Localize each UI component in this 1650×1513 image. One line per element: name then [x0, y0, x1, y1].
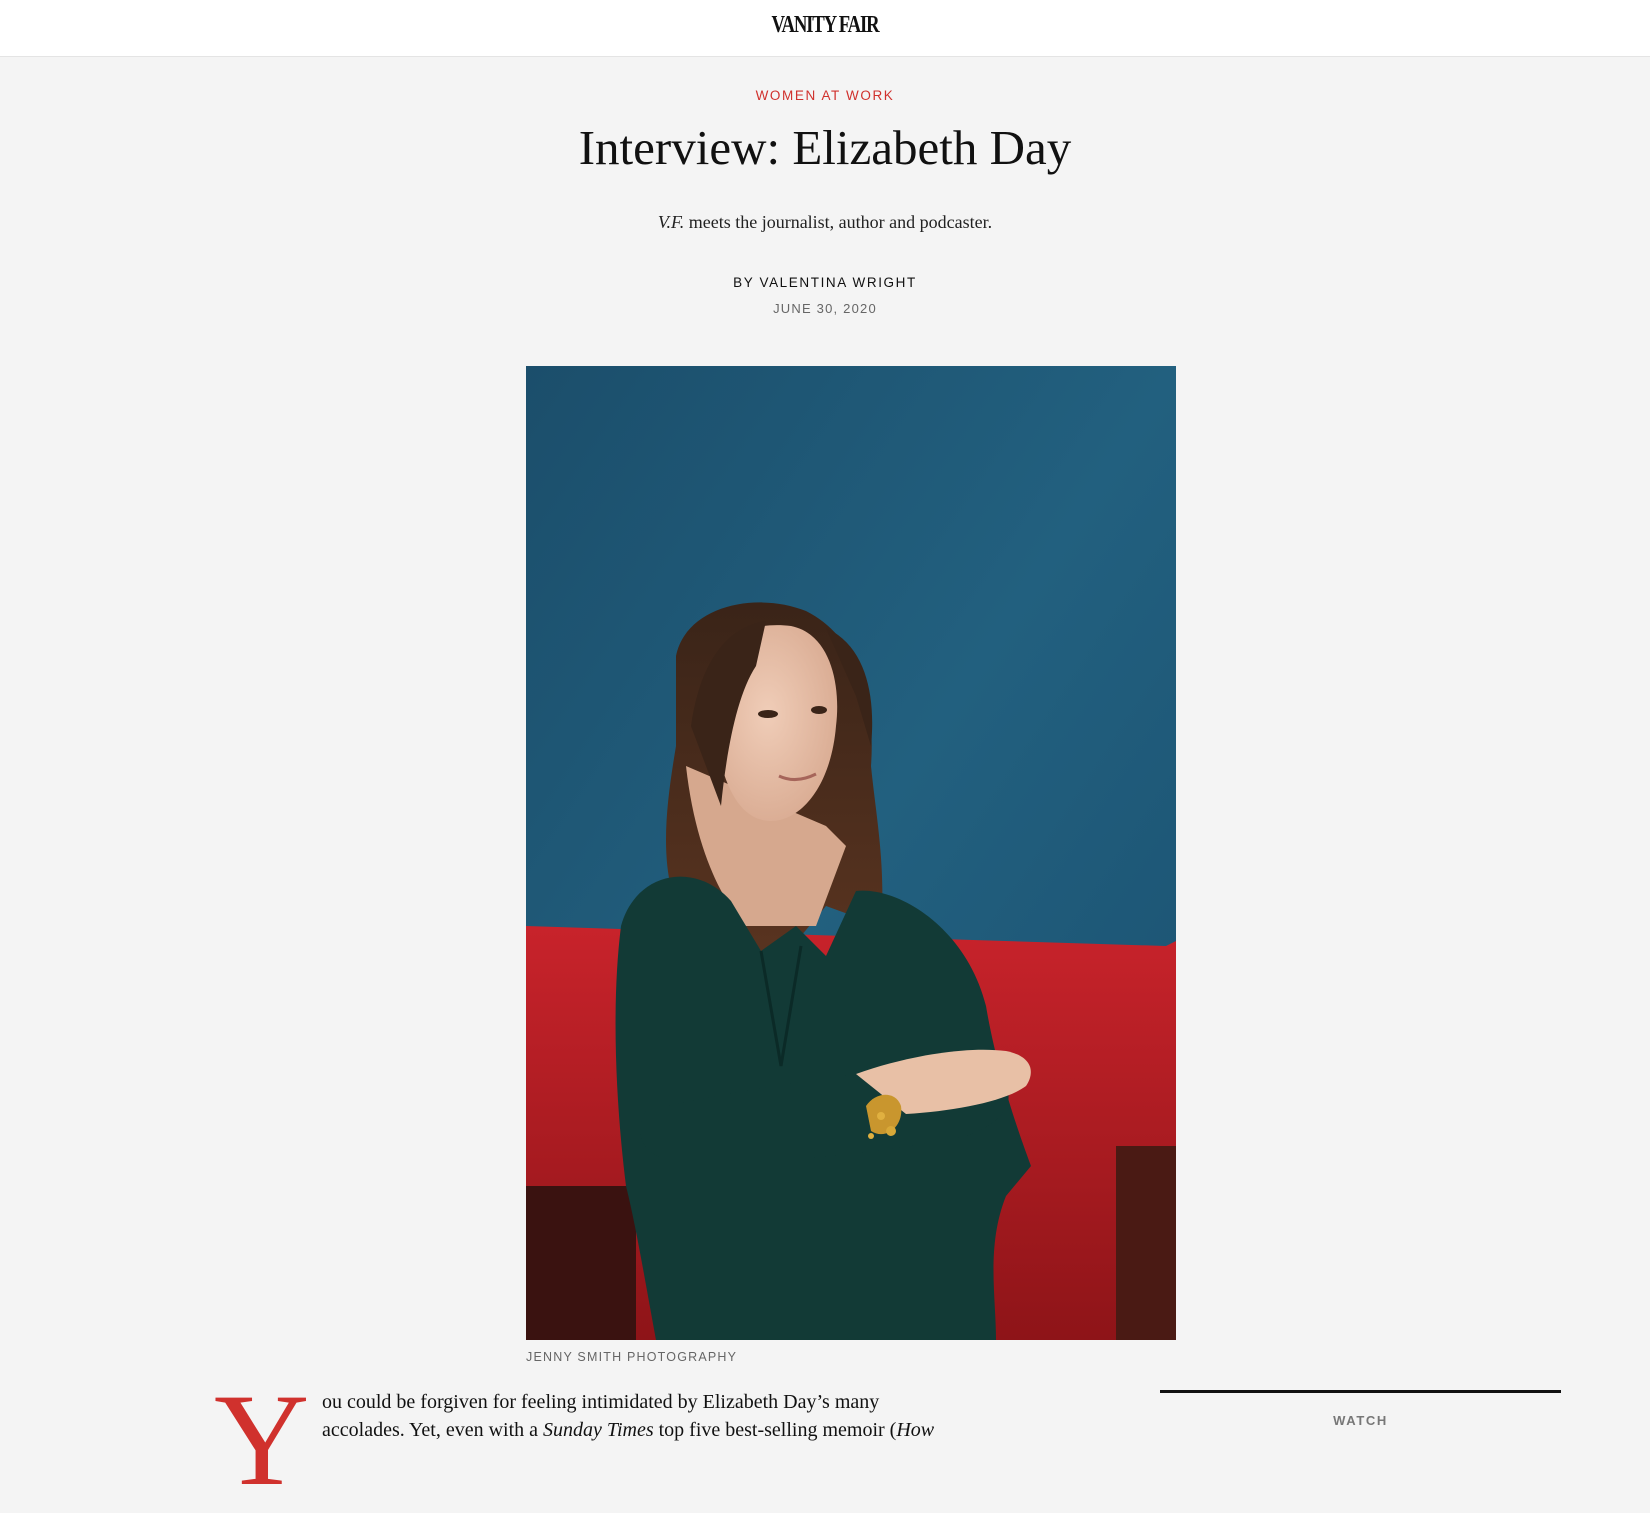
- photo-credit: JENNY SMITH PHOTOGRAPHY: [526, 1350, 738, 1364]
- body-text-line: ou could be forgiven for feeling intimid…: [322, 1391, 880, 1413]
- body-text-span: top five best-selling memoir (: [653, 1419, 897, 1441]
- byline-link[interactable]: BY VALENTINA WRIGHT: [0, 275, 1650, 290]
- body-text-span: accolades. Yet, even with a: [322, 1419, 544, 1441]
- sidebar-watch-heading[interactable]: WATCH: [1160, 1413, 1561, 1428]
- site-header: VANITY FAIR: [0, 0, 1650, 57]
- sidebar-divider: [1160, 1390, 1561, 1393]
- section-kicker-link[interactable]: WOMEN AT WORK: [0, 88, 1650, 103]
- drop-cap-letter: Y: [214, 1366, 310, 1513]
- article-dek: V.F. meets the journalist, author and po…: [0, 212, 1650, 233]
- vanity-fair-logo[interactable]: VANITY FAIR: [182, 12, 1469, 39]
- publish-date: JUNE 30, 2020: [773, 301, 877, 316]
- hero-photo-portrait: [526, 366, 1176, 1340]
- body-italic-title: How: [896, 1419, 935, 1441]
- body-text-line: accolades. Yet, even with a Sunday Times…: [322, 1419, 934, 1442]
- article-headline: Interview: Elizabeth Day: [578, 120, 1072, 175]
- dek-italic-abbrev: V.F.: [657, 212, 685, 232]
- body-italic-title: Sunday Times: [543, 1419, 654, 1441]
- dek-text: meets the journalist, author and podcast…: [684, 212, 993, 232]
